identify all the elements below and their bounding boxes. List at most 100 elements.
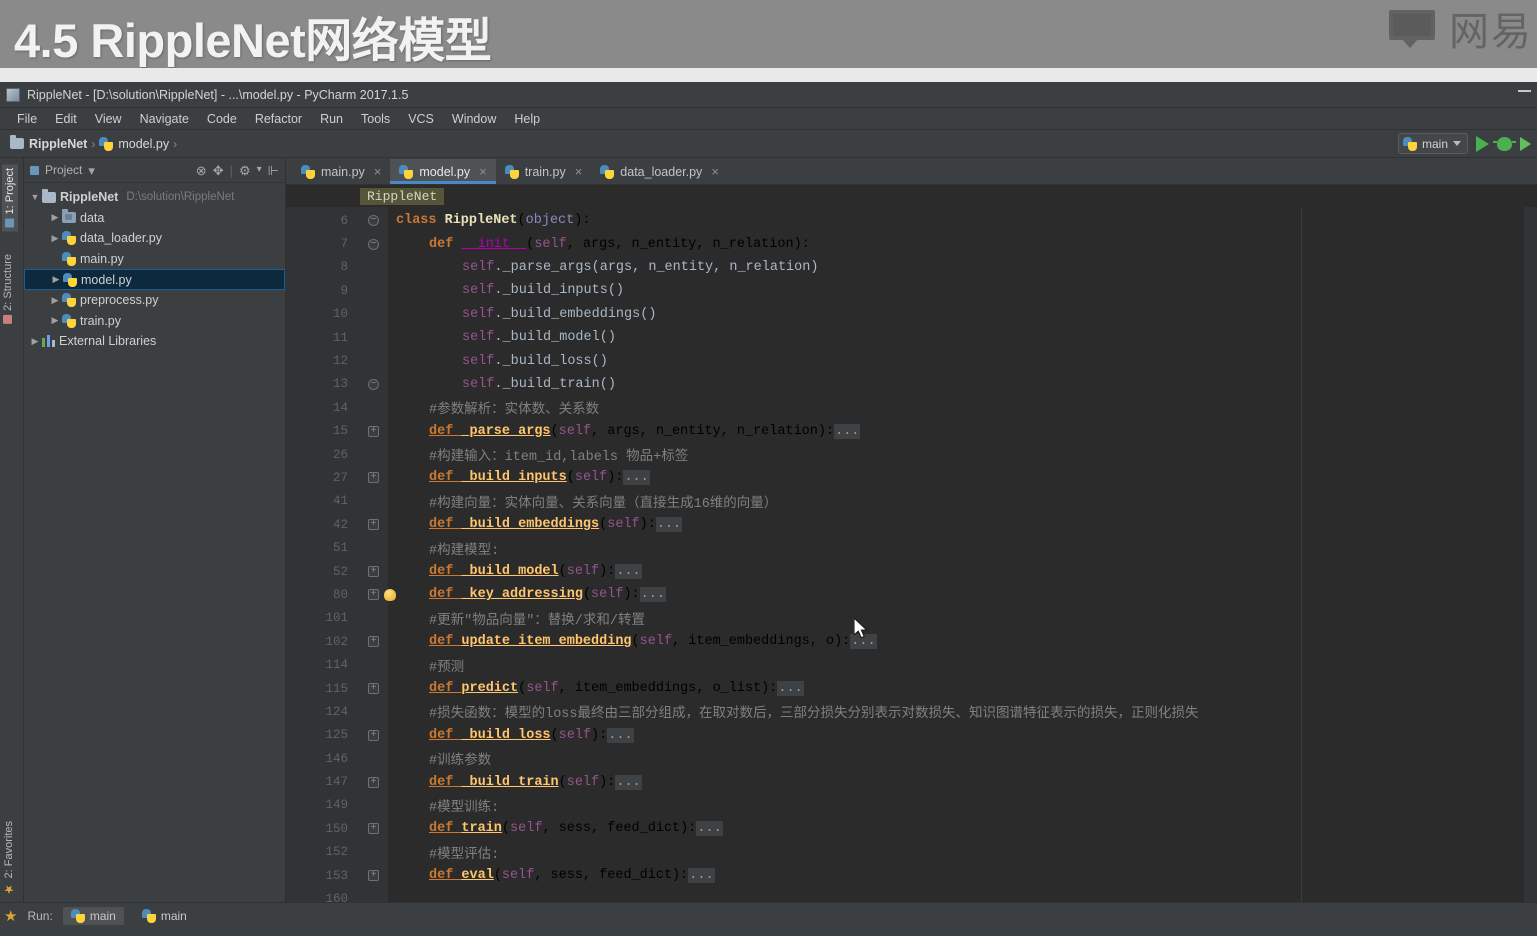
editor-breadcrumb-chip[interactable]: RippleNet bbox=[360, 188, 445, 205]
fold-expand-icon[interactable]: + bbox=[368, 425, 379, 437]
close-icon[interactable]: × bbox=[575, 164, 583, 179]
menu-item-code[interactable]: Code bbox=[198, 110, 246, 128]
disclosure-triangle-icon[interactable]: ▶ bbox=[48, 315, 62, 326]
code-line[interactable]: 41 #构建向量：实体向量、关系向量（直接生成16维的向量） bbox=[286, 490, 1537, 513]
code-line[interactable]: 11 self._build_model() bbox=[286, 326, 1537, 349]
tree-item-preprocess-py[interactable]: ▶ preprocess.py bbox=[24, 290, 285, 311]
menu-item-edit[interactable]: Edit bbox=[46, 110, 86, 128]
code-line[interactable]: 26 #构建输入：item_id,labels 物品+标签 bbox=[286, 443, 1537, 466]
code-line[interactable]: 150 + def train(self, sess, feed_dict):... bbox=[286, 817, 1537, 840]
run-icon[interactable] bbox=[1476, 135, 1489, 152]
fold-expand-icon[interactable]: + bbox=[368, 729, 379, 741]
code-line[interactable]: 42 + def _build_embeddings(self):... bbox=[286, 513, 1537, 536]
fold-expand-icon[interactable]: + bbox=[368, 776, 379, 788]
close-icon[interactable]: × bbox=[374, 164, 382, 179]
run-configuration-selector[interactable]: main bbox=[1397, 133, 1468, 154]
fold-expand-icon[interactable]: + bbox=[368, 519, 379, 531]
disclosure-triangle-icon[interactable]: ▶ bbox=[48, 233, 62, 244]
breadcrumb-item-project[interactable]: RippleNet bbox=[10, 135, 87, 151]
code-line[interactable]: 52 + def _build_model(self):... bbox=[286, 560, 1537, 583]
code-line[interactable]: 13 − self._build_train() bbox=[286, 373, 1537, 396]
tree-item-ripplenet[interactable]: ▼ RippleNet D:\solution\RippleNet bbox=[24, 187, 285, 208]
code-line[interactable]: 14 #参数解析：实体数、关系数 bbox=[286, 396, 1537, 419]
disclosure-triangle-icon[interactable]: ▶ bbox=[49, 274, 63, 285]
code-line[interactable]: 152 #模型评估: bbox=[286, 841, 1537, 864]
star-icon[interactable]: ★ bbox=[4, 907, 17, 925]
code-line[interactable]: 149 #模型训练: bbox=[286, 794, 1537, 817]
target-icon[interactable]: ✥ bbox=[213, 164, 224, 177]
settings-icon[interactable]: ⚙ bbox=[239, 164, 251, 177]
code-line[interactable]: 15 + def _parse_args(self, args, n_entity,… bbox=[286, 420, 1537, 443]
code-line[interactable]: 9 self._build_inputs() bbox=[286, 279, 1537, 302]
run-with-coverage-icon[interactable] bbox=[1520, 136, 1531, 151]
fold-collapse-icon[interactable]: − bbox=[368, 238, 379, 250]
code-line[interactable]: 125 + def _build_loss(self):... bbox=[286, 724, 1537, 747]
lightbulb-intention-icon[interactable] bbox=[384, 588, 396, 601]
code-editor[interactable]: 6 − class RippleNet(object): 7 − def __init__… bbox=[286, 207, 1537, 902]
tree-item-external-libraries[interactable]: ▶ External Libraries bbox=[24, 331, 285, 352]
code-line[interactable]: 146 #训练参数 bbox=[286, 747, 1537, 770]
code-line[interactable]: 147 + def _build_train(self):... bbox=[286, 770, 1537, 793]
project-tree[interactable]: ▼ RippleNet D:\solution\RippleNet ▶ data ▶ dat… bbox=[24, 183, 285, 902]
close-icon[interactable]: × bbox=[479, 164, 487, 179]
tool-window-button-project[interactable]: 1: Project bbox=[2, 164, 18, 232]
fold-collapse-icon[interactable]: − bbox=[368, 215, 379, 227]
code-line[interactable]: 124 #损失函数：模型的loss最终由三部分组成，在取对数后，三部分损失分别表示… bbox=[286, 700, 1537, 723]
code-line[interactable]: 80 + def _key_addressing(self):... bbox=[286, 583, 1537, 606]
fold-expand-icon[interactable]: + bbox=[368, 870, 379, 882]
tool-window-button-favorites[interactable]: ★ 2: Favorites bbox=[2, 821, 16, 896]
minimize-button[interactable] bbox=[1518, 90, 1531, 92]
disclosure-triangle-icon[interactable]: ▼ bbox=[28, 192, 42, 202]
editor-tabbar[interactable]: main.py × model.py × train.py × data_loader.py… bbox=[286, 158, 1537, 185]
disclosure-triangle-icon[interactable]: ▶ bbox=[48, 212, 62, 223]
disclosure-triangle-icon[interactable]: ▶ bbox=[28, 336, 42, 347]
menu-item-refactor[interactable]: Refactor bbox=[246, 110, 311, 128]
tree-item-data[interactable]: ▶ data bbox=[24, 208, 285, 229]
code-line[interactable]: 153 + def eval(self, sess, feed_dict):... bbox=[286, 864, 1537, 887]
tree-item-data_loader-py[interactable]: ▶ data_loader.py bbox=[24, 228, 285, 249]
hide-icon[interactable]: ⊩ bbox=[268, 164, 279, 177]
fold-expand-icon[interactable]: + bbox=[368, 566, 379, 578]
editor-tab-main-py[interactable]: main.py × bbox=[292, 159, 390, 184]
breadcrumb-item-file[interactable]: model.py bbox=[99, 136, 169, 151]
code-line[interactable]: 10 self._build_embeddings() bbox=[286, 303, 1537, 326]
fold-expand-icon[interactable]: + bbox=[368, 636, 379, 648]
chevron-down-icon[interactable]: ▾ bbox=[88, 164, 95, 177]
debug-icon[interactable] bbox=[1493, 136, 1516, 151]
code-line[interactable]: 6 − class RippleNet(object): bbox=[286, 209, 1537, 232]
tree-item-train-py[interactable]: ▶ train.py bbox=[24, 311, 285, 332]
menu-item-help[interactable]: Help bbox=[505, 110, 549, 128]
menu-item-vcs[interactable]: VCS bbox=[399, 110, 443, 128]
menu-item-file[interactable]: File bbox=[8, 110, 46, 128]
tree-item-model-py[interactable]: ▶ model.py bbox=[24, 269, 285, 290]
tool-window-button-structure[interactable]: 2: Structure bbox=[2, 254, 14, 324]
disclosure-triangle-icon[interactable]: ▶ bbox=[48, 295, 62, 306]
code-line[interactable]: 102 + def update_item_embedding(self, item… bbox=[286, 630, 1537, 653]
collapse-all-icon[interactable]: ⊗ bbox=[196, 164, 207, 177]
editor-tab-train-py[interactable]: train.py × bbox=[496, 159, 592, 184]
tree-item-main-py[interactable]: main.py bbox=[24, 249, 285, 270]
close-icon[interactable]: × bbox=[711, 164, 719, 179]
fold-expand-icon[interactable]: + bbox=[368, 683, 379, 694]
chevron-down-small-icon[interactable]: ▾ bbox=[257, 165, 262, 175]
code-line[interactable]: 101 #更新"物品向量"：替换/求和/转置 bbox=[286, 607, 1537, 630]
run-tab-main-2[interactable]: main bbox=[134, 907, 195, 925]
code-line[interactable]: 27 + def _build_inputs(self):... bbox=[286, 466, 1537, 489]
menu-item-tools[interactable]: Tools bbox=[352, 110, 399, 128]
fold-collapse-icon[interactable]: − bbox=[368, 378, 379, 390]
code-line[interactable]: 114 #预测 bbox=[286, 653, 1537, 676]
code-line[interactable]: 115 + def predict(self, item_embeddings, o… bbox=[286, 677, 1537, 700]
menu-item-window[interactable]: Window bbox=[443, 110, 505, 128]
fold-expand-icon[interactable]: + bbox=[368, 823, 379, 835]
fold-expand-icon[interactable]: + bbox=[368, 589, 379, 601]
run-tab-main-1[interactable]: main bbox=[62, 907, 124, 925]
editor-tab-model-py[interactable]: model.py × bbox=[390, 159, 497, 184]
code-line[interactable]: 12 self._build_loss() bbox=[286, 349, 1537, 372]
editor-tab-data_loader-py[interactable]: data_loader.py × bbox=[591, 159, 728, 184]
fold-expand-icon[interactable]: + bbox=[368, 472, 379, 484]
menu-item-navigate[interactable]: Navigate bbox=[131, 110, 198, 128]
code-line[interactable]: 7 − def __init__(self, args, n_entity, n_r… bbox=[286, 232, 1537, 255]
menu-item-view[interactable]: View bbox=[86, 110, 131, 128]
code-line[interactable]: 160 bbox=[286, 887, 1537, 902]
code-line[interactable]: 51 #构建模型: bbox=[286, 536, 1537, 559]
